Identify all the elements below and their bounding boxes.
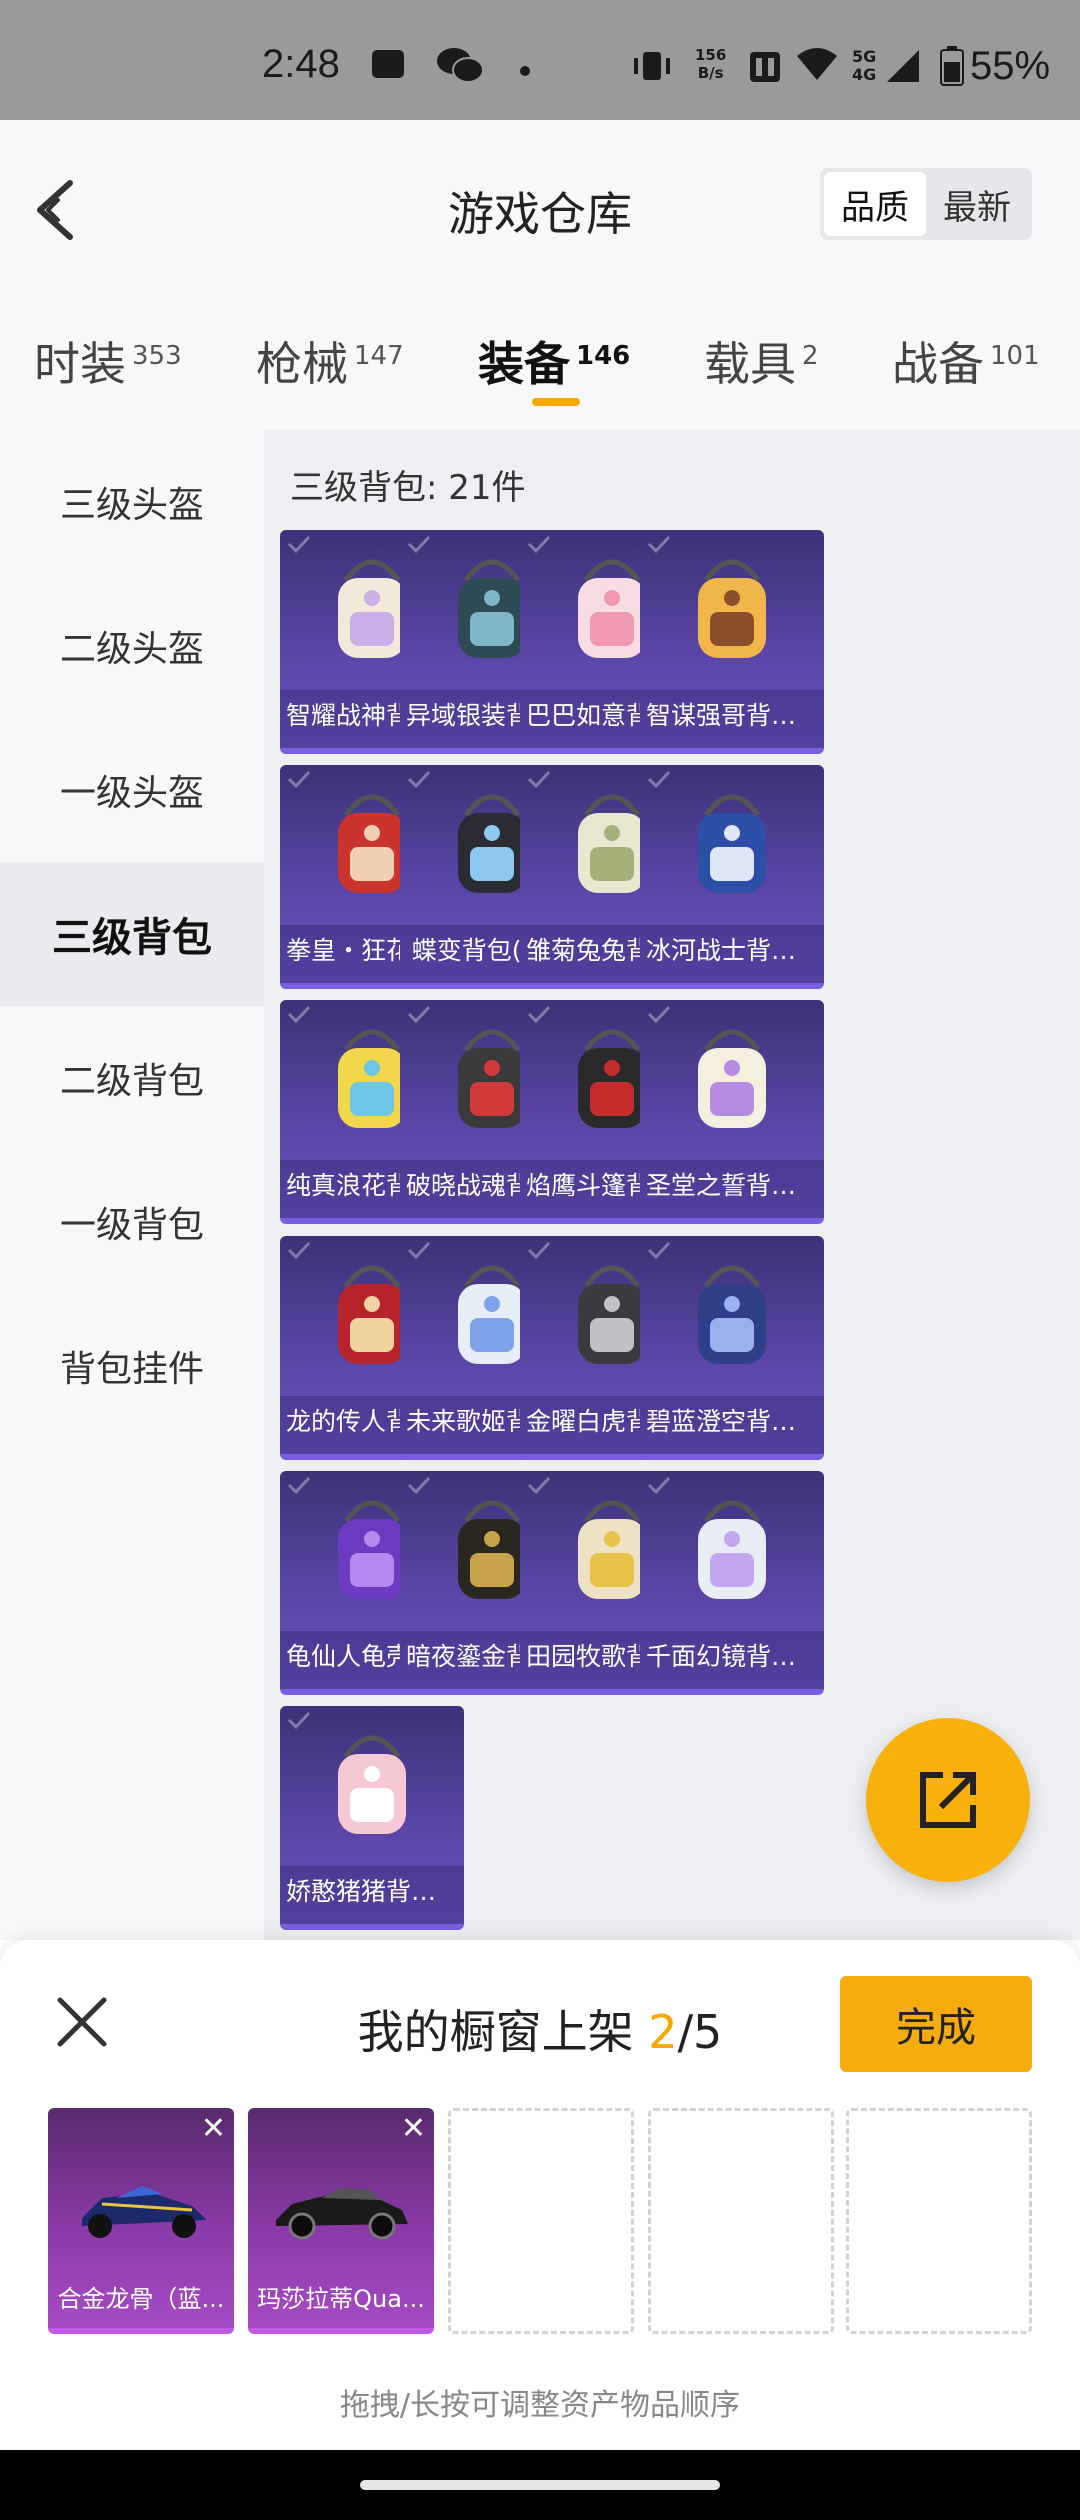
backpack-item[interactable]: 碧蓝澄空背包... — [640, 1235, 824, 1460]
vibrate-icon — [634, 52, 670, 80]
showcase-slot-label: 玛莎拉蒂Qua... — [257, 2285, 425, 2313]
showcase-slot-2[interactable]: ✕ 玛莎拉蒂Qua... — [248, 2108, 434, 2334]
check-icon — [647, 1241, 671, 1259]
remove-icon[interactable]: ✕ — [401, 2114, 426, 2144]
check-icon — [527, 771, 551, 789]
showcase-sheet: 我的橱窗上架 2/5 完成 ✕ 合金龙骨（蓝... ✕ 玛莎拉蒂Qua... 拖… — [0, 1940, 1080, 2450]
sidebar-item-backpack-3[interactable]: 三级背包 — [0, 862, 264, 1006]
backpack-item[interactable]: 智谋强哥背包... — [640, 530, 824, 754]
sort-option-newest[interactable]: 最新 — [926, 172, 1028, 236]
showcase-slot-3[interactable] — [448, 2108, 634, 2334]
check-icon — [527, 1006, 551, 1024]
check-icon — [287, 771, 311, 789]
sim-icon — [750, 52, 780, 82]
tab-guns[interactable]: 枪械 147 — [256, 328, 404, 394]
check-icon — [287, 1711, 311, 1730]
wifi-icon — [797, 48, 837, 80]
header: 游戏仓库 品质 最新 — [0, 120, 1080, 290]
backpack-item-label: 碧蓝澄空背包... — [640, 1395, 824, 1454]
done-button[interactable]: 完成 — [840, 1976, 1032, 2072]
tab-fashion[interactable]: 时装 353 — [34, 328, 182, 394]
check-icon — [407, 1476, 431, 1494]
backpack-item[interactable]: 冰河战士背包... — [640, 765, 824, 990]
home-gesture-handle[interactable] — [360, 2480, 720, 2490]
sidebar-item-helmet-2[interactable]: 二级头盔 — [0, 574, 264, 718]
showcase-slot-4[interactable] — [648, 2108, 834, 2334]
backpack-item[interactable]: 圣堂之誓背包... — [640, 1000, 824, 1225]
showcase-slot-5[interactable] — [846, 2108, 1032, 2334]
check-icon — [407, 1241, 431, 1259]
check-icon — [647, 1476, 671, 1494]
backpack-image — [698, 559, 766, 658]
sidebar-item-backpack-1[interactable]: 一级背包 — [0, 1150, 264, 1294]
backpack-image — [698, 1030, 766, 1129]
tab-supplies[interactable]: 战备 101 — [892, 328, 1040, 394]
sidebar-item-backpack-2[interactable]: 二级背包 — [0, 1006, 264, 1150]
sidebar-item-helmet-3[interactable]: 三级头盔 — [0, 430, 264, 574]
signal-bars-icon — [887, 50, 919, 82]
sort-toggle[interactable]: 品质 最新 — [820, 168, 1032, 240]
battery-percent: 55% — [970, 44, 1051, 88]
check-icon — [647, 771, 671, 789]
wechat-icon — [437, 48, 484, 83]
net-speed: 156 B/s — [695, 46, 727, 82]
backpack-item-label: 千面幻镜背包... — [640, 1630, 824, 1689]
showcase-slot-1[interactable]: ✕ 合金龙骨（蓝... — [48, 2108, 234, 2334]
sidebar-item-helmet-1[interactable]: 一级头盔 — [0, 718, 264, 862]
cell-signal: 5G 4G — [852, 47, 877, 84]
category-tabs: 时装 353 枪械 147 装备 146 载具 2 战备 101 — [0, 290, 1080, 430]
battery-icon — [940, 46, 964, 86]
backpack-image — [698, 794, 766, 894]
backpack-item-label: 冰河战士背包... — [640, 925, 824, 984]
check-icon — [287, 1241, 311, 1259]
active-tab-indicator — [532, 398, 580, 406]
sort-option-quality[interactable]: 品质 — [824, 172, 926, 236]
backpack-image — [698, 1500, 766, 1599]
check-icon — [527, 1241, 551, 1259]
backpack-item[interactable]: 娇憨猪猪背包... — [280, 1706, 464, 1930]
section-title: 三级背包: 21件 — [290, 468, 526, 508]
showcase-count-current: 2 — [648, 2005, 678, 2059]
car-image — [276, 2188, 408, 2240]
check-icon — [647, 535, 671, 554]
check-icon — [527, 1476, 551, 1494]
showcase-slot-label: 合金龙骨（蓝... — [57, 2285, 225, 2313]
backpack-item-label: 娇憨猪猪背包... — [280, 1866, 464, 1924]
share-export-icon — [920, 1772, 976, 1828]
message-icon — [372, 50, 404, 78]
check-icon — [527, 535, 551, 554]
status-bar: 2:48 156 B/s 5G 4G 55% — [0, 0, 1080, 120]
check-icon — [407, 771, 431, 789]
share-button[interactable] — [866, 1718, 1030, 1882]
check-icon — [287, 1006, 311, 1024]
backpack-item-label: 圣堂之誓背包... — [640, 1160, 824, 1219]
sidebar: 三级头盔 二级头盔 一级头盔 三级背包 二级背包 一级背包 背包挂件 — [0, 430, 264, 1940]
tab-equipment[interactable]: 装备 146 — [478, 328, 630, 394]
backpack-item[interactable]: 千面幻镜背包... — [640, 1470, 824, 1695]
backpack-image — [338, 1735, 406, 1834]
tab-vehicles[interactable]: 载具 2 — [704, 328, 819, 394]
sidebar-item-backpack-charm[interactable]: 背包挂件 — [0, 1294, 264, 1438]
system-navbar — [0, 2450, 1080, 2520]
remove-icon[interactable]: ✕ — [201, 2114, 226, 2144]
status-time: 2:48 — [262, 42, 340, 86]
check-icon — [407, 1006, 431, 1024]
backpack-image — [698, 1265, 766, 1364]
check-icon — [287, 1476, 311, 1494]
check-icon — [647, 1006, 671, 1024]
item-grid-panel: 三级背包: 21件 智耀战神背包... 异域银装背包... 巴巴如意背包... 智谋强… — [264, 430, 1080, 1940]
reorder-hint: 拖拽/长按可调整资产物品顺序 — [339, 2388, 741, 2423]
check-icon — [407, 535, 431, 554]
showcase-count-total: /5 — [677, 2005, 723, 2059]
check-icon — [287, 535, 311, 554]
backpack-item-label: 智谋强哥背包... — [640, 690, 824, 748]
car-image — [82, 2186, 207, 2238]
notification-dot — [520, 66, 530, 76]
